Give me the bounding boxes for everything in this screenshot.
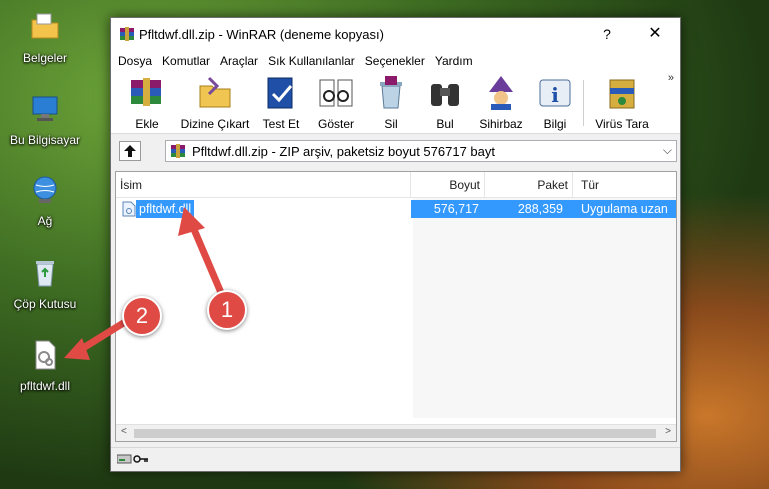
file-list: ⌃ İsim Boyut Paket Tür pfltdwf.dll 576,7… [115, 171, 677, 442]
toolbar-dizine-cikart-button[interactable]: Dizine Çıkart [179, 74, 251, 132]
horizontal-scrollbar[interactable]: < > [116, 424, 676, 441]
desktop-icon-dll-file[interactable]: pfltdwf.dll [2, 338, 88, 393]
desktop-icon-recycle-bin[interactable]: Çöp Kutusu [2, 256, 88, 311]
menu-komutlar[interactable]: Komutlar [157, 54, 215, 68]
callout-badge-2: 2 [122, 296, 162, 336]
chevron-down-icon[interactable]: ⌵ [663, 143, 672, 158]
close-button[interactable]: ✕ [632, 18, 678, 50]
toolbar-sihirbaz-button[interactable]: Sihirbaz [475, 74, 527, 132]
toolbar-label: Virüs Tara [595, 117, 649, 131]
info-icon: i [539, 79, 571, 107]
archive-path-text: Pfltdwf.dll.zip - ZIP arşiv, paketsiz bo… [192, 144, 495, 159]
toolbar: Ekle Dizine Çıkart Test Et Göster Sil Bu… [111, 72, 680, 134]
table-row[interactable]: pfltdwf.dll 576,717 288,359 Uygulama uza… [118, 200, 676, 218]
toolbar-label: Sihirbaz [479, 117, 523, 131]
toolbar-label: Bilgi [543, 117, 567, 131]
desktop-icon-belgeler[interactable]: Belgeler [2, 10, 88, 65]
toolbar-label: Test Et [262, 117, 300, 131]
toolbar-more-button[interactable]: » [668, 72, 674, 84]
svg-text:i: i [551, 83, 559, 107]
toolbar-bilgi-button[interactable]: i Bilgi [535, 74, 575, 132]
menu-secenekler[interactable]: Seçenekler [360, 54, 430, 68]
up-arrow-icon [124, 145, 136, 157]
column-header-row: ⌃ İsim Boyut Paket Tür [116, 172, 676, 198]
callout-badge-1: 1 [207, 290, 247, 330]
computer-icon [32, 96, 58, 121]
toolbar-separator [583, 80, 584, 126]
scrollbar-thumb[interactable] [134, 429, 656, 438]
toolbar-test-et-button[interactable]: Test Et [259, 74, 303, 132]
toolbar-label: Dizine Çıkart [180, 117, 250, 131]
column-background [413, 198, 676, 418]
desktop-icon-label: Çöp Kutusu [13, 297, 77, 311]
column-header-type[interactable]: Tür [573, 172, 676, 198]
scroll-left-button[interactable]: < [121, 426, 127, 437]
toolbar-label: Sil [384, 117, 398, 131]
delete-icon [380, 76, 402, 109]
menu-dosya[interactable]: Dosya [113, 54, 157, 68]
desktop-icon-network[interactable]: Ağ [2, 173, 88, 228]
column-header-size[interactable]: Boyut [411, 172, 485, 198]
file-size-cell: 576,717 [411, 200, 485, 218]
toolbar-sil-button[interactable]: Sil [371, 74, 411, 132]
menu-yardim[interactable]: Yardım [430, 54, 478, 68]
toolbar-ekle-button[interactable]: Ekle [123, 74, 171, 132]
add-archive-icon [131, 78, 161, 106]
view-icon [319, 79, 353, 107]
test-icon [267, 77, 293, 109]
archive-icon [171, 144, 185, 158]
file-name-cell[interactable]: pfltdwf.dll [136, 200, 195, 218]
toolbar-bul-button[interactable]: Bul [425, 74, 465, 132]
toolbar-label: Ekle [135, 117, 159, 131]
desktop-icon-label: Bu Bilgisayar [9, 133, 81, 147]
toolbar-label: Göster [317, 117, 354, 131]
title-bar[interactable]: Pfltdwf.dll.zip - WinRAR (deneme kopyası… [111, 18, 680, 50]
menu-bar: Dosya Komutlar Araçlar Sık Kullanılanlar… [111, 50, 680, 72]
up-folder-button[interactable] [119, 141, 141, 161]
virus-scan-icon [609, 79, 635, 109]
extract-to-icon [199, 76, 231, 108]
column-header-name[interactable]: İsim [116, 172, 411, 198]
column-header-packed[interactable]: Paket [485, 172, 573, 198]
desktop-icon-label: pfltdwf.dll [19, 379, 71, 393]
toolbar-label: Bul [436, 117, 454, 131]
help-button[interactable]: ? [584, 18, 630, 50]
address-bar: Pfltdwf.dll.zip - ZIP arşiv, paketsiz bo… [111, 139, 680, 165]
toolbar-virus-tara-button[interactable]: Virüs Tara [591, 74, 653, 132]
scroll-right-button[interactable]: > [665, 426, 671, 437]
recycle-bin-icon [36, 261, 54, 287]
toolbar-goster-button[interactable]: Göster [311, 74, 361, 132]
window-title: Pfltdwf.dll.zip - WinRAR (deneme kopyası… [139, 27, 384, 42]
find-icon [431, 84, 459, 106]
file-type-cell: Uygulama uzan [573, 200, 676, 218]
folder-icon [31, 13, 59, 39]
drive-key-icon [117, 454, 148, 464]
winrar-app-icon [120, 27, 134, 41]
network-icon [33, 176, 57, 203]
status-bar [111, 447, 680, 471]
desktop-icon-computer[interactable]: Bu Bilgisayar [2, 92, 88, 147]
archive-path-field[interactable]: Pfltdwf.dll.zip - ZIP arşiv, paketsiz bo… [165, 140, 677, 162]
wizard-icon [489, 76, 513, 110]
menu-sik-kullanilanlar[interactable]: Sık Kullanılanlar [263, 54, 360, 68]
menu-araclar[interactable]: Araçlar [215, 54, 263, 68]
desktop-icon-label: Belgeler [22, 51, 68, 65]
winrar-window: Pfltdwf.dll.zip - WinRAR (deneme kopyası… [110, 17, 681, 472]
dll-file-icon [35, 340, 56, 370]
dll-file-icon [122, 201, 136, 217]
desktop-icon-label: Ağ [37, 214, 53, 228]
file-packed-cell: 288,359 [485, 200, 573, 218]
